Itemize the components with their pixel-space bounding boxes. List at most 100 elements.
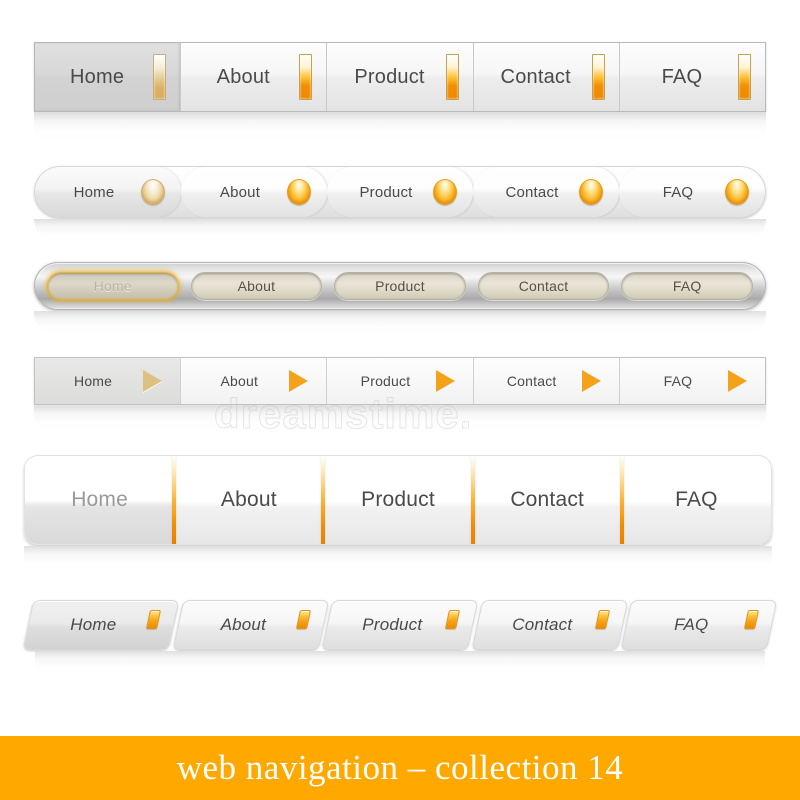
nav-item-label: Home <box>71 488 129 511</box>
nav-row: Home About Product Contact FAQ <box>24 455 772 545</box>
nav-item-label: About <box>220 373 259 389</box>
nav-bar-metallic-tube: Home About Product Contact FAQ <box>34 262 766 337</box>
nav-item-faq[interactable]: FAQ <box>619 167 765 217</box>
tag-icon <box>743 609 759 629</box>
nav-item-label: Product <box>354 65 425 88</box>
nav-item-label: Product <box>362 615 423 634</box>
vertical-gauge-icon <box>591 54 605 100</box>
nav-item-label: Contact <box>512 615 573 634</box>
nav-row: Home About Product Contact FAQ <box>34 42 766 112</box>
nav-row: Home About Product Contact FAQ <box>34 166 766 218</box>
nav-item-product[interactable]: Product <box>327 358 474 404</box>
tag-icon <box>444 609 460 629</box>
nav-item-label: About <box>237 278 276 294</box>
play-arrow-icon <box>143 370 163 392</box>
nav-bar-pill-with-orb: Home About Product Contact FAQ <box>34 166 766 243</box>
nav-item-label: Contact <box>510 488 585 511</box>
nav-item-home[interactable]: Home <box>22 600 179 650</box>
vertical-gauge-icon <box>445 54 459 100</box>
nav-bar-boxed-tabs-with-gauge: Home About Product Contact FAQ <box>34 42 766 141</box>
nav-item-contact[interactable]: Contact <box>473 456 624 544</box>
nav-item-about[interactable]: About <box>181 358 328 404</box>
tag-icon <box>295 609 311 629</box>
nav-item-contact[interactable]: Contact <box>471 600 628 650</box>
orb-icon <box>287 179 311 205</box>
nav-item-label: Home <box>70 65 125 88</box>
nav-item-label: About <box>220 488 277 511</box>
nav-item-inner: Contact <box>478 609 622 635</box>
bar-reflection <box>35 651 765 675</box>
tag-icon <box>594 609 610 629</box>
nav-item-faq[interactable]: FAQ <box>622 456 771 544</box>
orb-icon <box>141 179 165 205</box>
nav-item-label: Product <box>359 183 413 201</box>
nav-item-inner: About <box>179 609 323 635</box>
nav-item-label: FAQ <box>672 278 702 294</box>
nav-item-faq[interactable]: FAQ <box>621 600 778 650</box>
orb-icon <box>579 179 603 205</box>
nav-item-about[interactable]: About <box>181 167 327 217</box>
nav-item-faq[interactable]: FAQ <box>619 43 766 111</box>
nav-item-product[interactable]: Product <box>321 600 479 650</box>
nav-item-faq[interactable]: FAQ <box>619 358 766 404</box>
nav-item-product[interactable]: Product <box>327 167 473 217</box>
nav-bar-skewed-italic-tabs: Home About Product Contact FAQ <box>22 600 778 675</box>
play-arrow-icon <box>435 370 455 392</box>
play-arrow-icon <box>289 370 309 392</box>
nav-item-label: Contact <box>505 183 559 201</box>
nav-item-about[interactable]: About <box>190 272 323 300</box>
nav-item-about[interactable]: About <box>181 43 328 111</box>
bar-reflection <box>34 311 766 337</box>
nav-item-product[interactable]: Product <box>323 456 475 544</box>
nav-item-about[interactable]: About <box>172 600 329 650</box>
bar-reflection <box>34 219 766 243</box>
orb-icon <box>725 179 749 205</box>
nav-item-product[interactable]: Product <box>334 272 466 300</box>
nav-item-contact[interactable]: Contact <box>473 358 620 404</box>
nav-item-home[interactable]: Home <box>25 456 177 544</box>
nav-bar-flat-tabs-with-arrow: Home About Product Contact FAQ <box>34 357 766 432</box>
nav-row: Home About Product Contact FAQ <box>34 357 766 405</box>
nav-item-label: FAQ <box>675 488 718 511</box>
nav-row: Home About Product Contact FAQ <box>34 262 766 310</box>
nav-item-label: Product <box>375 278 425 294</box>
play-arrow-icon <box>581 370 601 392</box>
nav-item-contact[interactable]: Contact <box>477 272 610 300</box>
nav-item-home[interactable]: Home <box>35 43 182 111</box>
stock-image-canvas: Home About Product Contact FAQ Home Abou… <box>0 0 800 800</box>
nav-row: Home About Product Contact FAQ <box>22 600 778 650</box>
nav-item-label: Home <box>74 373 113 389</box>
nav-item-home[interactable]: Home <box>47 272 179 300</box>
nav-item-inner: Product <box>328 609 472 635</box>
orb-icon <box>433 179 457 205</box>
nav-item-faq[interactable]: FAQ <box>621 272 753 300</box>
nav-item-label: About <box>219 183 261 201</box>
nav-item-label: Contact <box>506 373 557 389</box>
bar-reflection <box>34 406 766 432</box>
nav-item-contact[interactable]: Contact <box>473 43 620 111</box>
nav-item-label: About <box>216 65 270 88</box>
bar-reflection <box>24 546 772 572</box>
nav-item-label: Home <box>93 278 132 294</box>
nav-item-about[interactable]: About <box>174 456 326 544</box>
nav-item-home[interactable]: Home <box>35 358 182 404</box>
nav-item-label: About <box>220 615 266 634</box>
nav-bar-tall-orange-dividers: Home About Product Contact FAQ <box>24 455 772 572</box>
footer-title: web navigation – collection 14 <box>176 748 624 787</box>
nav-item-inner: FAQ <box>627 609 771 635</box>
nav-item-home[interactable]: Home <box>35 167 181 217</box>
nav-item-label: FAQ <box>663 373 693 389</box>
nav-item-product[interactable]: Product <box>327 43 474 111</box>
play-arrow-icon <box>728 370 748 392</box>
nav-item-contact[interactable]: Contact <box>473 167 619 217</box>
nav-item-label: Product <box>360 373 411 389</box>
nav-item-label: Contact <box>500 65 571 88</box>
nav-item-label: Home <box>70 615 117 634</box>
nav-item-label: FAQ <box>662 183 694 201</box>
footer-banner: web navigation – collection 14 <box>0 736 800 800</box>
nav-item-inner: Home <box>29 609 173 635</box>
bar-reflection <box>34 113 766 141</box>
nav-item-label: FAQ <box>661 65 703 88</box>
nav-item-label: Product <box>361 488 435 511</box>
vertical-gauge-icon <box>738 54 752 100</box>
